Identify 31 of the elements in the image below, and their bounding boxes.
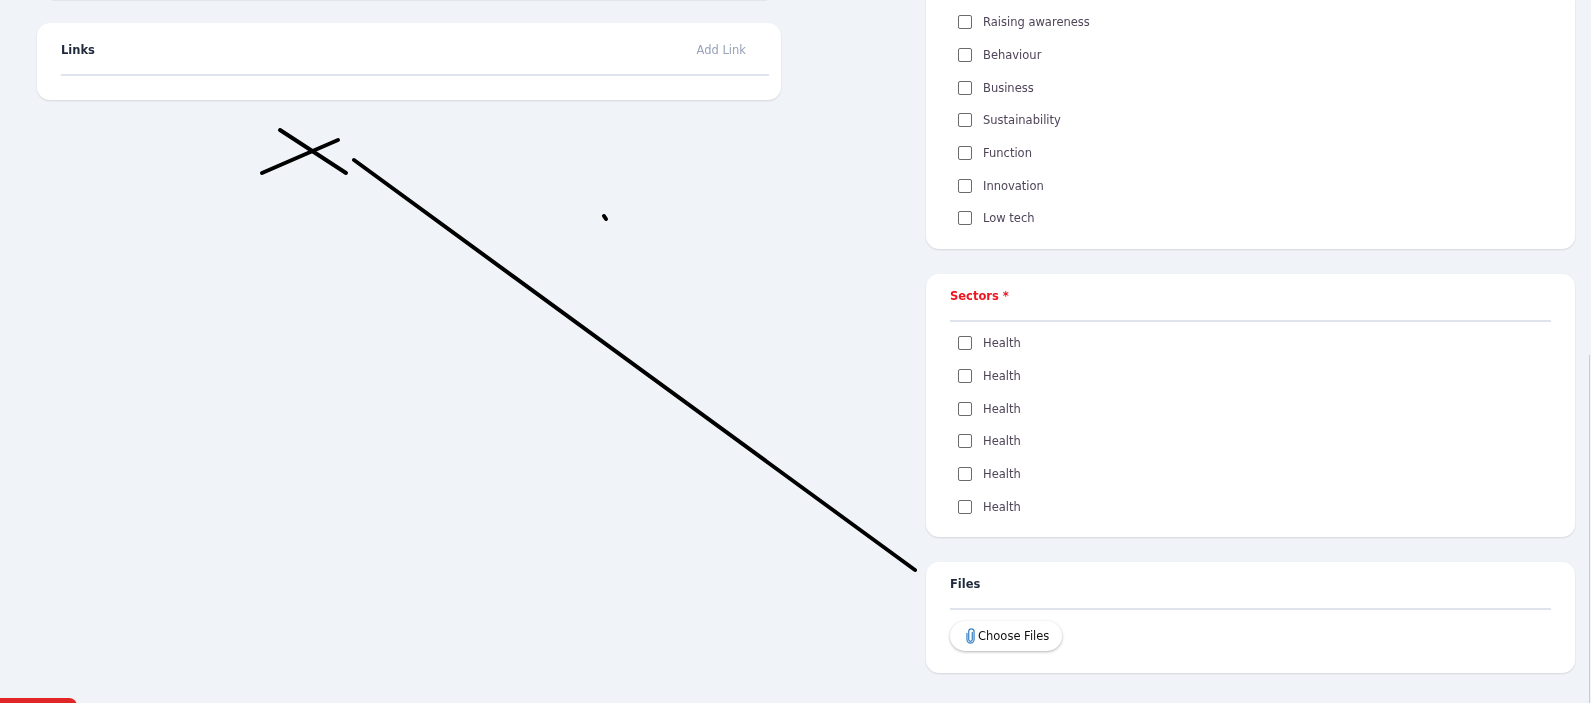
card-title: Sectors * [950,289,1009,303]
checkbox-label[interactable]: Health [983,401,1021,416]
checkbox-label[interactable]: Function [983,146,1032,161]
checkbox[interactable] [958,369,972,384]
checkbox[interactable] [958,48,972,63]
checkbox-label[interactable]: Health [983,499,1021,514]
checkbox[interactable] [958,15,972,30]
paperclip-icon [966,628,975,644]
checkbox-label[interactable]: Sustainability [983,113,1061,128]
checkbox-label[interactable]: Behaviour [983,48,1042,63]
checkbox[interactable] [958,467,972,482]
checkbox[interactable] [958,434,972,449]
checkbox[interactable] [958,211,972,226]
checkbox-label[interactable]: Health [983,336,1021,351]
checkbox-label[interactable]: Health [983,467,1021,482]
card-title: Files [950,577,981,591]
checkbox-label[interactable]: Health [983,369,1021,384]
checkbox-label[interactable]: Innovation [983,178,1044,193]
card-title: Links [61,43,95,57]
checkbox[interactable] [958,80,972,95]
choose-files-button[interactable]: Choose Files [950,621,1063,651]
checkbox[interactable] [958,336,972,351]
checkbox[interactable] [958,499,972,514]
checkbox-label[interactable]: Low tech [983,211,1035,226]
checkbox[interactable] [958,113,972,128]
checkbox-label[interactable]: Raising awareness [983,15,1090,30]
checkbox-label[interactable]: Health [983,434,1021,449]
checkbox[interactable] [958,401,972,416]
checkbox[interactable] [958,146,972,161]
checkbox[interactable] [958,178,972,193]
checkbox-label[interactable]: Business [983,80,1034,95]
